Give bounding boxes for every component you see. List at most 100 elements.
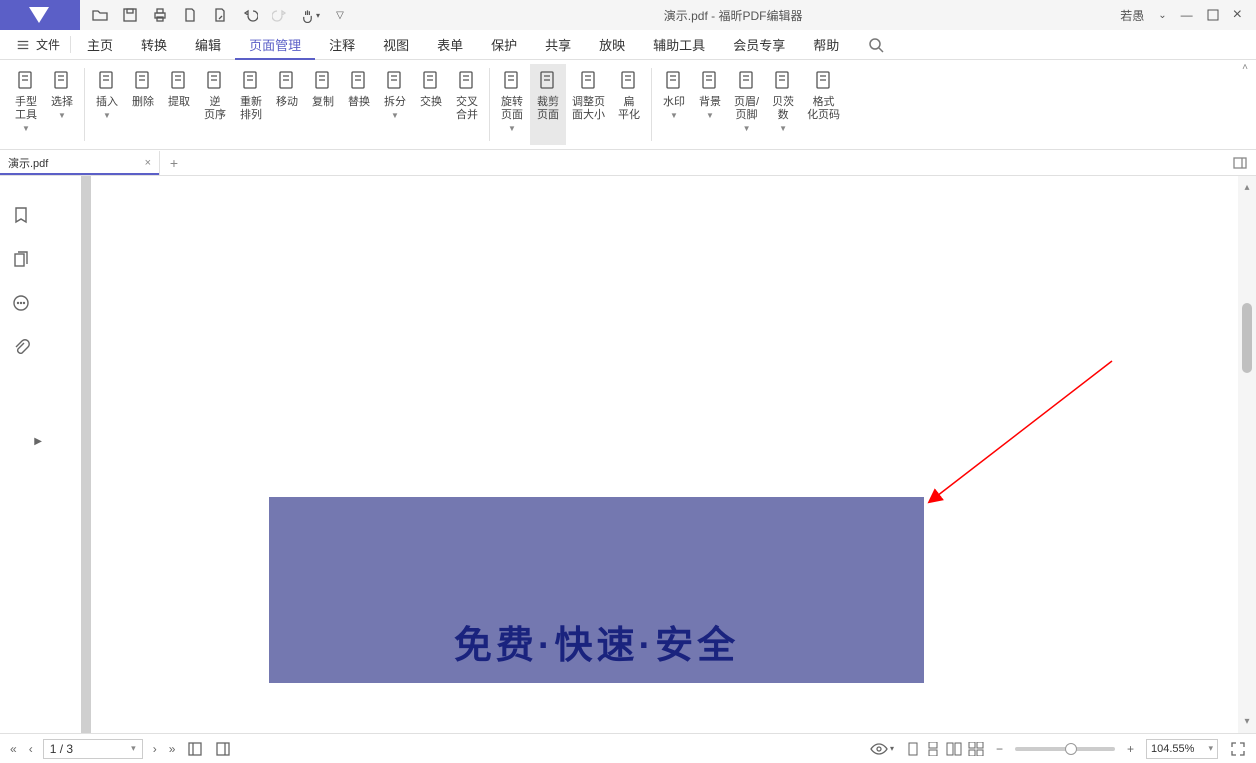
zoom-slider[interactable] [1015, 747, 1115, 751]
view-facing-icon[interactable] [946, 742, 962, 756]
tool-icon [577, 68, 601, 92]
user-dropdown-icon[interactable]: ⌄ [1158, 10, 1166, 21]
scroll-up-icon[interactable]: ▴ [1244, 182, 1249, 193]
prev-page-button[interactable]: ‹ [27, 742, 35, 756]
comment-icon[interactable] [12, 294, 30, 312]
attachment-icon[interactable] [12, 338, 30, 356]
ribbon-tool-16[interactable]: 扁 平化 [611, 64, 647, 145]
menu-tab-4[interactable]: 注释 [315, 30, 369, 60]
nav-icon-1[interactable] [185, 741, 205, 757]
ribbon-tool-3[interactable]: 删除 [125, 64, 161, 145]
file-menu[interactable]: 文件 [6, 36, 71, 53]
ribbon-tool-13[interactable]: 旋转 页面▼ [494, 64, 530, 145]
tool-label: 交叉 合并 [456, 96, 478, 122]
new-tab-button[interactable]: + [160, 155, 188, 171]
menu-tab-3[interactable]: 页面管理 [235, 30, 315, 60]
maximize-button[interactable] [1207, 9, 1219, 21]
menu-tab-12[interactable]: 帮助 [799, 30, 853, 60]
open-icon[interactable] [90, 5, 110, 25]
search-icon[interactable] [867, 36, 885, 54]
chevron-down-icon: ▼ [22, 124, 30, 133]
scroll-thumb[interactable] [1242, 303, 1252, 373]
ribbon-tool-2[interactable]: 插入▼ [89, 64, 125, 145]
tab-panel-icon[interactable] [1224, 155, 1256, 171]
close-tab-icon[interactable]: × [145, 157, 151, 169]
tool-icon [771, 68, 795, 92]
tool-label: 插入 [96, 96, 118, 109]
collapse-ribbon-icon[interactable]: ˄ [1242, 62, 1248, 73]
document-tab[interactable]: 演示.pdf × [0, 151, 160, 175]
minimize-button[interactable]: — [1181, 8, 1193, 22]
chevron-down-icon: ▼ [706, 111, 714, 120]
tool-icon [735, 68, 759, 92]
redo-icon[interactable] [270, 5, 290, 25]
user-name[interactable]: 若愚 [1120, 7, 1144, 24]
ribbon-tool-18[interactable]: 背景▼ [692, 64, 728, 145]
tool-icon [347, 68, 371, 92]
expand-sidebar-icon[interactable]: ▶ [34, 436, 42, 447]
print-icon[interactable] [150, 5, 170, 25]
tool-label: 格式 化页码 [807, 96, 840, 122]
menu-tab-1[interactable]: 转换 [127, 30, 181, 60]
menu-tab-11[interactable]: 会员专享 [719, 30, 799, 60]
menu-tab-5[interactable]: 视图 [369, 30, 423, 60]
tool-label: 拆分 [384, 96, 406, 109]
bookmark-icon[interactable] [12, 206, 30, 224]
tool-icon [131, 68, 155, 92]
tool-icon [50, 68, 74, 92]
fullscreen-icon[interactable] [1228, 741, 1248, 757]
view-continuous-icon[interactable] [926, 742, 940, 756]
ribbon-tool-7[interactable]: 移动 [269, 64, 305, 145]
doc-icon[interactable] [180, 5, 200, 25]
menu-tab-2[interactable]: 编辑 [181, 30, 235, 60]
menu-tab-6[interactable]: 表单 [423, 30, 477, 60]
scroll-down-icon[interactable]: ▾ [1244, 716, 1249, 727]
nav-icon-2[interactable] [213, 741, 233, 757]
next-page-button[interactable]: › [151, 742, 159, 756]
ribbon-tool-17[interactable]: 水印▼ [656, 64, 692, 145]
ribbon-tool-10[interactable]: 拆分▼ [377, 64, 413, 145]
last-page-button[interactable]: » [167, 742, 178, 756]
close-button[interactable]: × [1233, 6, 1242, 24]
ribbon-tool-4[interactable]: 提取 [161, 64, 197, 145]
ribbon-tool-15[interactable]: 调整页 面大小 [566, 64, 611, 145]
view-eye-icon[interactable]: ▾ [868, 742, 896, 756]
page-number-field[interactable]: 1 / 3 ▾ [43, 739, 143, 759]
tool-icon [455, 68, 479, 92]
first-page-button[interactable]: « [8, 742, 19, 756]
menu-tab-10[interactable]: 辅助工具 [639, 30, 719, 60]
doc2-icon[interactable] [210, 5, 230, 25]
ribbon-tool-19[interactable]: 页眉/ 页脚▼ [728, 64, 765, 145]
ribbon-tool-0[interactable]: 手型 工具▼ [8, 64, 44, 145]
ribbon-tool-9[interactable]: 替换 [341, 64, 377, 145]
ribbon-tool-12[interactable]: 交叉 合并 [449, 64, 485, 145]
ribbon-tool-8[interactable]: 复制 [305, 64, 341, 145]
menu-tab-7[interactable]: 保护 [477, 30, 531, 60]
menu-tab-0[interactable]: 主页 [73, 30, 127, 60]
ribbon-tool-14[interactable]: 裁剪 页面 [530, 64, 566, 145]
tool-label: 逆 页序 [204, 96, 226, 122]
document-view[interactable]: 免费·快速·安全 [42, 176, 1238, 733]
ribbon-tool-6[interactable]: 重新 排列 [233, 64, 269, 145]
zoom-in-button[interactable]: + [1125, 742, 1136, 756]
ribbon-tool-1[interactable]: 选择▼ [44, 64, 80, 145]
hand-icon[interactable]: ▾ [300, 5, 320, 25]
more-icon[interactable]: ▽ [330, 5, 350, 25]
vertical-scrollbar[interactable]: ▴ ▾ [1238, 176, 1256, 733]
zoom-out-button[interactable]: − [994, 742, 1005, 756]
pages-icon[interactable] [12, 250, 30, 268]
tool-label: 裁剪 页面 [537, 96, 559, 122]
save-icon[interactable] [120, 5, 140, 25]
tool-label: 替换 [348, 96, 370, 109]
ribbon-tool-21[interactable]: 格式 化页码 [801, 64, 846, 145]
undo-icon[interactable] [240, 5, 260, 25]
zoom-field[interactable]: 104.55% ▾ [1146, 739, 1218, 759]
view-single-icon[interactable] [906, 742, 920, 756]
view-facing-continuous-icon[interactable] [968, 742, 984, 756]
menu-tab-9[interactable]: 放映 [585, 30, 639, 60]
ribbon-tool-11[interactable]: 交换 [413, 64, 449, 145]
ribbon-tool-5[interactable]: 逆 页序 [197, 64, 233, 145]
ribbon-tool-20[interactable]: 贝茨 数▼ [765, 64, 801, 145]
zoom-handle[interactable] [1065, 743, 1077, 755]
menu-tab-8[interactable]: 共享 [531, 30, 585, 60]
